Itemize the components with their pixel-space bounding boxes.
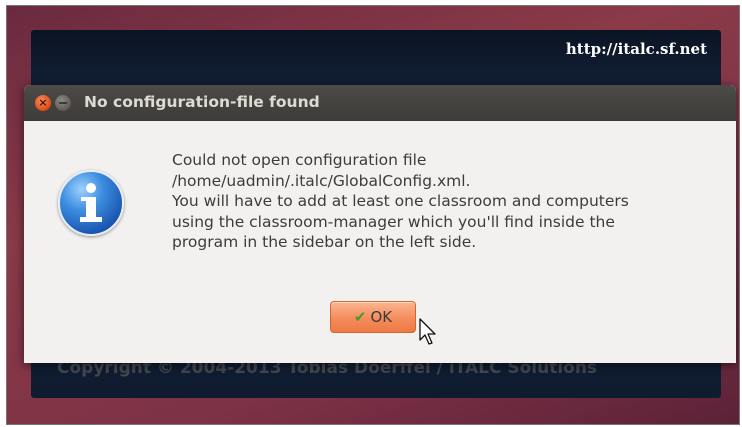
- information-icon: [58, 170, 124, 236]
- minimize-icon[interactable]: [55, 95, 71, 111]
- message-line: using the classroom-manager which you'll…: [172, 212, 615, 231]
- message-line: You will have to add at least one classr…: [172, 192, 629, 210]
- dialog-title: No configuration-file found: [84, 93, 320, 111]
- ok-button[interactable]: ✔ OK: [330, 301, 416, 333]
- close-icon[interactable]: ×: [35, 95, 51, 111]
- dialog-message: Could not open configuration file /home/…: [172, 150, 722, 253]
- ok-button-label: OK: [370, 308, 393, 326]
- message-line: /home/uadmin/.italc/GlobalConfig.xml.: [172, 171, 471, 190]
- message-line: Could not open configuration file: [172, 151, 427, 169]
- splash-url: http://italc.sf.net: [565, 40, 707, 58]
- config-error-dialog: × No configuration-file found Could not …: [24, 85, 736, 363]
- mouse-pointer-icon: [419, 318, 436, 345]
- desktop-background: http://italc.sf.net Copyright © 2004-201…: [6, 5, 740, 425]
- message-line: program in the sidebar on the left side.: [172, 233, 477, 251]
- checkmark-icon: ✔: [353, 308, 367, 326]
- dialog-titlebar[interactable]: × No configuration-file found: [24, 85, 736, 121]
